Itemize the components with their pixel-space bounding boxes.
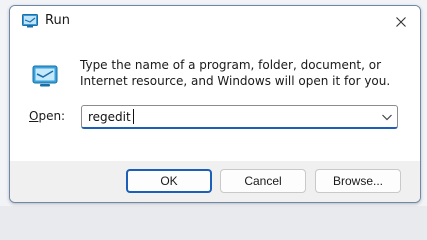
browse-button[interactable]: Browse... bbox=[315, 169, 401, 193]
ok-button[interactable]: OK bbox=[126, 169, 212, 193]
button-bar: OK Cancel Browse... bbox=[10, 161, 420, 202]
run-dialog-icon bbox=[32, 65, 58, 87]
open-label-text: pen: bbox=[38, 109, 66, 123]
run-description: Type the name of a program, folder, docu… bbox=[80, 58, 391, 88]
run-dialog: Run Type the name of a program, folder, … bbox=[9, 5, 421, 203]
close-icon bbox=[396, 16, 406, 27]
cancel-button[interactable]: Cancel bbox=[220, 169, 306, 193]
window-title: Run bbox=[45, 13, 70, 28]
text-cursor bbox=[133, 109, 134, 124]
open-label: Open: bbox=[29, 109, 65, 123]
run-app-icon bbox=[22, 14, 38, 28]
open-input[interactable]: regedit bbox=[88, 110, 131, 124]
chevron-down-icon[interactable] bbox=[381, 112, 393, 122]
open-combobox[interactable]: regedit bbox=[81, 105, 398, 129]
dialog-content: Type the name of a program, folder, docu… bbox=[10, 37, 420, 161]
title-bar[interactable]: Run bbox=[10, 6, 420, 37]
close-button[interactable] bbox=[382, 6, 420, 37]
